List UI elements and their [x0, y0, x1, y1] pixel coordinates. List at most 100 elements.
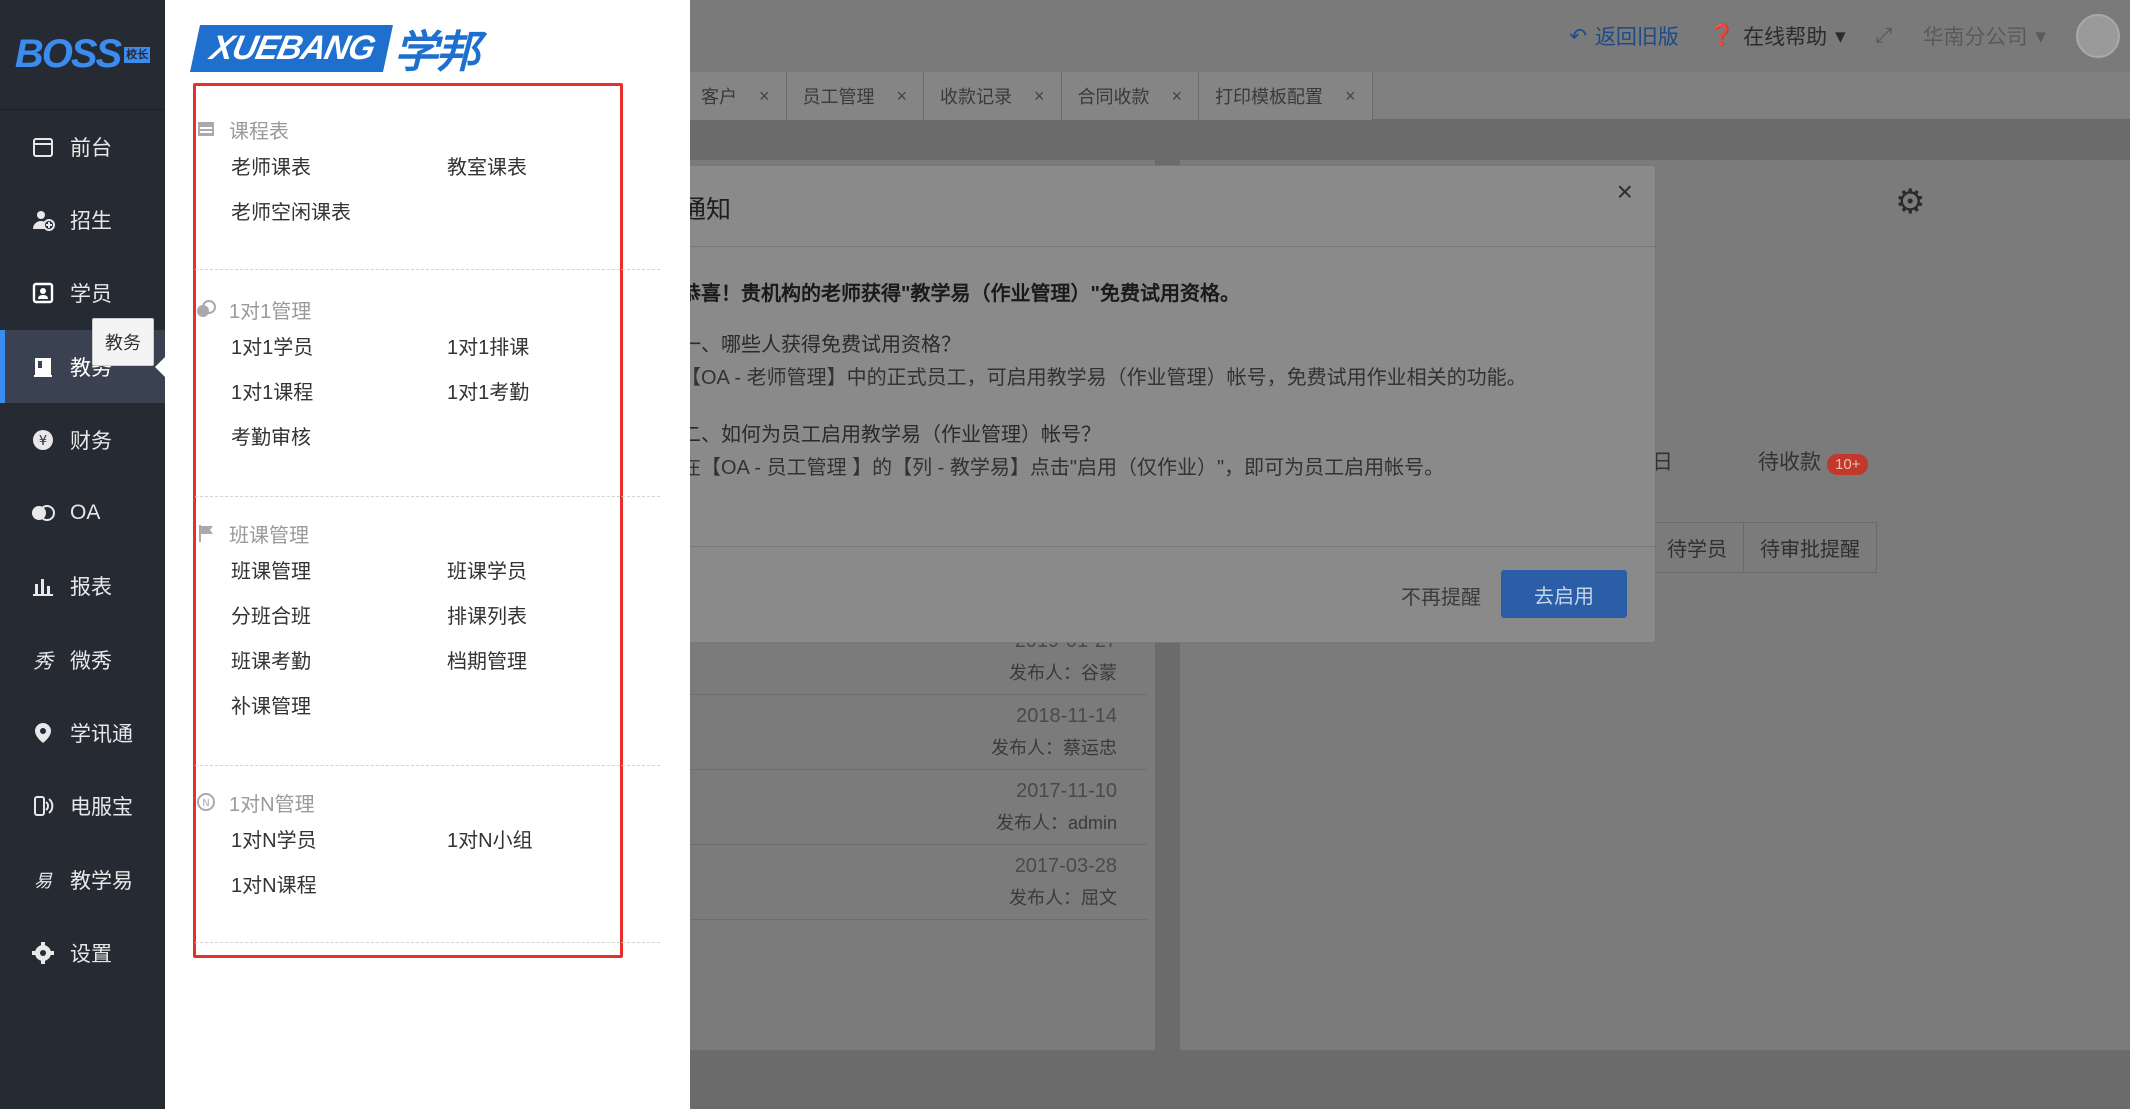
stat-pending-payment[interactable]: 待收款 10+	[1758, 446, 1869, 476]
sidebar-item-5[interactable]: OA	[0, 476, 165, 549]
menu-link[interactable]: 排课列表	[447, 595, 663, 640]
chevron-down-icon: ▾	[2035, 24, 2046, 48]
menu-section-label: 课程表	[229, 120, 289, 143]
sidebar-item-1[interactable]: 招生	[0, 183, 165, 256]
tab-3[interactable]: 合同收款 ×	[1061, 72, 1200, 120]
close-icon[interactable]: ×	[1617, 176, 1633, 208]
top-actions: ↶ 返回旧版 ❓ 在线帮助 ▾ ⤢ 华南分公司 ▾	[1569, 0, 2130, 72]
org-switcher[interactable]: 华南分公司 ▾	[1922, 21, 2046, 51]
teaching-flyout-panel: XUEBANG 学邦 课程表 老师课表 教室课表 老师空闲课表 1对1管理 1对1学员 1对…	[165, 0, 690, 1109]
sidebar-item-8[interactable]: 学讯通	[0, 696, 165, 769]
notice-author: 发布人：admin	[995, 813, 1117, 833]
menu-link[interactable]: 1对1学员	[231, 326, 447, 371]
tab-2[interactable]: 收款记录 ×	[924, 72, 1062, 120]
menu-section-label: 班课管理	[229, 524, 309, 547]
notice-row[interactable]: 2017-11-10 发布人：admin	[665, 770, 1147, 845]
svg-text:秀: 秀	[33, 649, 55, 672]
tab-1[interactable]: 员工管理 ×	[786, 72, 925, 120]
menu-section-title: 课程表	[195, 112, 660, 146]
boss-logo[interactable]: BOSS 校长	[0, 0, 165, 110]
undo-icon: ↶	[1569, 24, 1587, 48]
menu-link[interactable]: 班课学员	[447, 550, 663, 595]
question-icon: ❓	[1708, 24, 1736, 47]
menu-link[interactable]: 补课管理	[231, 685, 447, 730]
sidebar-item-7[interactable]: 秀微秀	[0, 623, 165, 696]
tab-close-icon[interactable]: ×	[759, 86, 770, 107]
menu-link[interactable]: 1对N学员	[231, 819, 447, 864]
notice-date: 2017-11-10	[1016, 780, 1117, 802]
menu-link[interactable]: 1对1排课	[447, 326, 663, 371]
modal-question-2: 二、如何为员工启用教学易（作业管理）帐号？	[681, 424, 1101, 446]
enable-button[interactable]: 去启用	[1501, 570, 1627, 618]
modal-footer-divider	[561, 546, 1655, 547]
tab-close-icon[interactable]: ×	[1345, 86, 1356, 107]
menu-section-0: 课程表老师课表 教室课表 老师空闲课表	[195, 112, 660, 270]
oa-icon	[30, 500, 56, 526]
sidebar-item-4[interactable]: ¥ 财务	[0, 403, 165, 476]
menu-link[interactable]: 班课考勤	[231, 640, 447, 685]
boss-logo-badge: 校长	[124, 46, 151, 63]
sidebar-item-11[interactable]: 设置	[0, 916, 165, 989]
tab-label: 打印模板配置	[1215, 87, 1324, 107]
menu-links: 1对1学员 1对1排课 1对1课程 1对1考勤 考勤审核	[231, 326, 660, 461]
menu-link[interactable]: 老师课表	[231, 146, 447, 191]
location-pin-icon	[30, 720, 56, 746]
menu-link[interactable]: 教室课表	[447, 146, 663, 191]
sidebar-item-9[interactable]: 电服宝	[0, 770, 165, 843]
notice-row[interactable]: 2017-03-28 发布人：屈文	[665, 845, 1147, 920]
gear-icon	[30, 940, 56, 966]
sidebar-item-10[interactable]: 易教学易	[0, 843, 165, 916]
xuebang-logo-en: XUEBANG	[190, 24, 394, 72]
menu-link[interactable]: 1对N小组	[447, 819, 663, 864]
menu-link[interactable]: 1对1课程	[231, 371, 447, 416]
modal-answer-1: 【OA - 老师管理】中的正式员工，可启用教学易（作业管理）帐号，免费试用作业相…	[681, 367, 1527, 389]
calendar-table-icon	[195, 118, 217, 140]
menu-link[interactable]: 考勤审核	[231, 416, 447, 461]
menu-section-1: 1对1管理 1对1学员 1对1排课 1对1课程 1对1考勤 考勤审核	[195, 292, 660, 497]
sidebar-item-6[interactable]: 报表	[0, 550, 165, 623]
xuebang-logo-cn: 学邦	[394, 28, 480, 77]
menu-section-title: 班课管理	[195, 516, 660, 550]
sidebar: BOSS 校长 前台 招生 学员 教务 ¥ 财务 OA 报表秀微秀 学讯通 电服宝易教学易 设置	[0, 0, 165, 1109]
sidebar-item-0[interactable]: 前台	[0, 110, 165, 183]
menu-section-title: N 1对N管理	[195, 785, 660, 819]
fullscreen-icon[interactable]: ⤢	[1876, 24, 1893, 48]
avatar[interactable]	[2076, 14, 2120, 58]
back-old-version-link[interactable]: ↶ 返回旧版	[1569, 21, 1679, 51]
tab-label: 合同收款	[1077, 87, 1150, 107]
sub-tab-approval[interactable]: 待审批提醒	[1744, 523, 1876, 572]
notice-author: 发布人：蔡运忠	[991, 738, 1117, 758]
sub-tab-students[interactable]: 待学员	[1651, 523, 1744, 572]
tab-close-icon[interactable]: ×	[1172, 86, 1183, 107]
menu-section-title: 1对1管理	[195, 292, 660, 326]
dismiss-button[interactable]: 不再提醒	[1401, 581, 1481, 610]
notice-date: 2017-03-28	[1014, 855, 1117, 877]
settings-gear-icon[interactable]: ⚙	[1895, 182, 1925, 222]
menu-link[interactable]: 档期管理	[447, 640, 663, 685]
menu-section-3: N 1对N管理 1对N学员 1对N小组 1对N课程	[195, 785, 660, 943]
boss-logo-text: BOSS	[14, 32, 122, 76]
menu-link[interactable]: 班课管理	[231, 550, 447, 595]
sidebar-item-label: 微秀	[70, 649, 112, 673]
sidebar-item-label: 设置	[70, 942, 112, 966]
tab-close-icon[interactable]: ×	[897, 86, 908, 107]
svg-text:N: N	[202, 798, 209, 809]
menu-link[interactable]: 老师空闲课表	[231, 191, 447, 236]
modal-body: 恭喜！贵机构的老师获得"教学易（作业管理）"免费试用资格。 一、哪些人获得免费试…	[681, 278, 1625, 509]
class-flag-icon	[195, 522, 217, 544]
sidebar-item-label: OA	[70, 501, 101, 525]
sidebar-item-label: 学讯通	[70, 723, 133, 747]
menu-link[interactable]: 分班合班	[231, 595, 447, 640]
teach-icon: 易	[30, 867, 56, 893]
tab-0[interactable]: 客户 ×	[685, 72, 787, 120]
tab-4[interactable]: 打印模板配置 ×	[1199, 72, 1373, 120]
notice-row[interactable]: 2018-11-14 发布人：蔡运忠	[665, 695, 1147, 770]
menu-link[interactable]: 1对1考勤	[447, 371, 663, 416]
svg-text:易: 易	[34, 871, 53, 892]
notice-modal: × 通知 恭喜！贵机构的老师获得"教学易（作业管理）"免费试用资格。 一、哪些人…	[560, 165, 1656, 643]
menu-link[interactable]: 1对N课程	[231, 864, 447, 909]
tab-label: 员工管理	[802, 87, 875, 107]
tab-close-icon[interactable]: ×	[1034, 86, 1045, 107]
menu-section-2: 班课管理 班课管理 班课学员 分班合班 排课列表 班课考勤 档期管理 补课管理	[195, 516, 660, 766]
online-help-menu[interactable]: ❓ 在线帮助 ▾	[1709, 21, 1846, 51]
